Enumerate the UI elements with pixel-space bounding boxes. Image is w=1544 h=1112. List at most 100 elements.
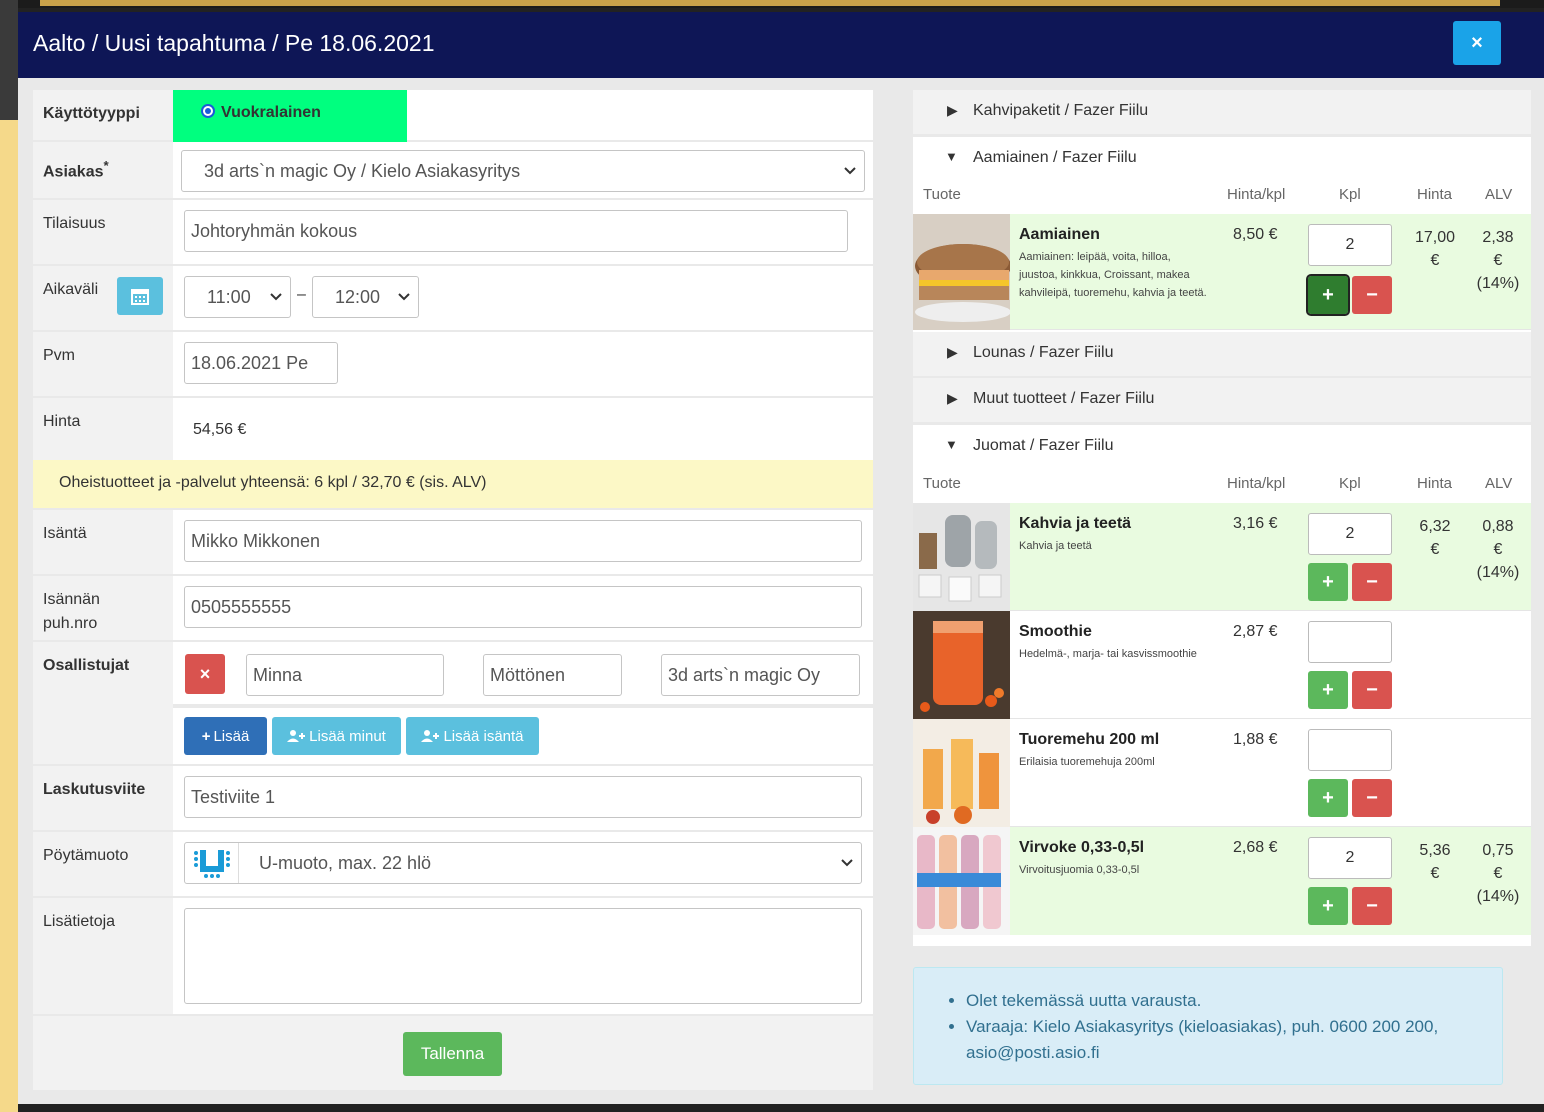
- minus-icon: −: [1366, 894, 1378, 917]
- close-icon: ×: [1471, 31, 1483, 54]
- customer-select[interactable]: 3d arts`n magic Oy / Kielo Asiakasyritys: [181, 150, 865, 192]
- remove-participant-button[interactable]: ×: [185, 654, 225, 694]
- product-vat: 2,38 € (14%): [1476, 229, 1520, 292]
- caret-down-icon: ▼: [945, 149, 958, 164]
- add-me-button[interactable]: Lisää minut: [272, 717, 401, 755]
- price-label: Hinta: [33, 398, 173, 460]
- customer-row: Asiakas* 3d arts`n magic Oy / Kielo Asia…: [33, 142, 873, 200]
- usage-type-option-label: Vuokralainen: [221, 104, 321, 121]
- increase-button[interactable]: +: [1308, 779, 1348, 817]
- start-time-value: 11:00: [207, 287, 251, 307]
- start-time-select[interactable]: 11:00: [184, 276, 291, 318]
- product-name: Aamiainen: [1019, 226, 1100, 243]
- product-description: Erilaisia tuoremehuja 200ml: [1019, 756, 1155, 768]
- radio-selected-icon[interactable]: [201, 104, 215, 118]
- billing-ref-row: Laskutusviite Testiviite 1: [33, 766, 873, 832]
- product-row-juice: Tuoremehu 200 ml Erilaisia tuoremehuja 2…: [913, 719, 1531, 827]
- increase-button[interactable]: +: [1308, 671, 1348, 709]
- table-header: Tuote Hinta/kpl Kpl Hinta ALV: [913, 180, 1531, 212]
- occasion-label: Tilaisuus: [33, 200, 173, 264]
- host-row: Isäntä Mikko Mikkonen: [33, 510, 873, 576]
- save-button[interactable]: Tallenna: [403, 1032, 502, 1076]
- category-drinks[interactable]: ▼ Juomat / Fazer Fiilu: [913, 425, 1531, 469]
- product-unit-price: 1,88 €: [1233, 731, 1278, 748]
- table-layout-select[interactable]: U-muoto, max. 22 hlö: [184, 842, 862, 884]
- increase-button[interactable]: +: [1308, 887, 1348, 925]
- product-unit-price: 3,16 €: [1233, 515, 1278, 532]
- decrease-button[interactable]: −: [1352, 671, 1392, 709]
- billing-ref-input[interactable]: Testiviite 1: [184, 776, 862, 818]
- plus-icon: +: [1322, 678, 1334, 701]
- add-user-icon: [421, 730, 440, 742]
- product-description: Hedelmä-, marja- tai kasvissmoothie: [1019, 648, 1197, 660]
- decrease-button[interactable]: −: [1352, 779, 1392, 817]
- host-input[interactable]: Mikko Mikkonen: [184, 520, 862, 562]
- header-product: Tuote: [923, 475, 961, 492]
- participant-last-name[interactable]: Möttönen: [483, 654, 622, 696]
- close-button[interactable]: ×: [1453, 21, 1501, 65]
- minus-icon: −: [1366, 678, 1378, 701]
- category-coffee-packages[interactable]: ▶ Kahvipaketit / Fazer Fiilu: [913, 90, 1531, 134]
- product-vat: 0,88 € (14%): [1476, 518, 1520, 581]
- usage-type-label: Käyttötyyppi: [33, 90, 173, 140]
- time-range-row: Aikaväli 11:00 – 12:00: [33, 266, 873, 332]
- caret-right-icon: ▶: [947, 390, 958, 406]
- caret-right-icon: ▶: [947, 102, 958, 118]
- modal-header: Aalto / Uusi tapahtuma / Pe 18.06.2021 ×: [18, 12, 1544, 78]
- decrease-button[interactable]: −: [1352, 276, 1392, 314]
- product-catalog: ▶ Kahvipaketit / Fazer Fiilu ▼ Aamiainen…: [913, 90, 1531, 946]
- chevron-down-icon: [398, 277, 410, 317]
- end-time-select[interactable]: 12:00: [312, 276, 419, 318]
- category-label: Muut tuotteet / Fazer Fiilu: [973, 390, 1155, 407]
- booking-info: Olet tekemässä uutta varausta. Varaaja: …: [913, 967, 1503, 1085]
- category-label: Aamiainen / Fazer Fiilu: [973, 149, 1137, 166]
- modal-title: Aalto / Uusi tapahtuma / Pe 18.06.2021: [33, 30, 435, 56]
- participant-company[interactable]: 3d arts`n magic Oy: [661, 654, 860, 696]
- notes-textarea[interactable]: [184, 908, 862, 1004]
- add-host-button[interactable]: Lisää isäntä: [406, 717, 539, 755]
- product-description: Kahvia ja teetä: [1019, 540, 1092, 552]
- product-description: Aamiainen: leipää, voita, hilloa, juusto…: [1019, 251, 1207, 299]
- calendar-icon: [131, 289, 149, 305]
- product-row-coffee-tea: Kahvia ja teetä Kahvia ja teetä 3,16 € 2…: [913, 503, 1531, 611]
- divider: [173, 704, 873, 708]
- participants-label: Osallistujat: [33, 642, 173, 764]
- form-footer: Tallenna: [33, 1016, 873, 1090]
- background-left: [0, 0, 18, 1112]
- header-vat: ALV: [1485, 475, 1513, 492]
- product-unit-price: 8,50 €: [1233, 226, 1278, 243]
- decrease-button[interactable]: −: [1352, 563, 1392, 601]
- chevron-down-icon: [841, 843, 853, 883]
- background-left-dark: [0, 0, 18, 120]
- host-phone-row: Isännän puh.nro 0505555555: [33, 576, 873, 642]
- usage-type-option[interactable]: Vuokralainen: [173, 90, 407, 142]
- quantity-input[interactable]: [1308, 621, 1392, 663]
- category-breakfast[interactable]: ▼ Aamiainen / Fazer Fiilu: [913, 137, 1531, 181]
- category-label: Lounas / Fazer Fiilu: [973, 344, 1114, 361]
- quantity-input[interactable]: [1308, 729, 1392, 771]
- quantity-input[interactable]: 2: [1308, 837, 1392, 879]
- occasion-input[interactable]: Johtoryhmän kokous: [184, 210, 848, 252]
- quantity-input[interactable]: 2: [1308, 224, 1392, 266]
- calendar-button[interactable]: [117, 277, 163, 315]
- header-qty: Kpl: [1339, 475, 1361, 492]
- participant-first-name[interactable]: Minna: [246, 654, 444, 696]
- host-phone-input[interactable]: 0505555555: [184, 586, 862, 628]
- quantity-input[interactable]: 2: [1308, 513, 1392, 555]
- usage-type-row: Käyttötyyppi Vuokralainen: [33, 90, 873, 142]
- occasion-row: Tilaisuus Johtoryhmän kokous: [33, 200, 873, 266]
- juice-image: [913, 719, 1010, 827]
- increase-button[interactable]: +: [1306, 274, 1350, 316]
- category-other-products[interactable]: ▶ Muut tuotteet / Fazer Fiilu: [913, 378, 1531, 422]
- product-total: 17,00 €: [1414, 229, 1456, 269]
- category-label: Juomat / Fazer Fiilu: [973, 437, 1114, 454]
- category-label: Kahvipaketit / Fazer Fiilu: [973, 102, 1149, 119]
- notes-label: Lisätietoja: [33, 898, 173, 1014]
- info-line: Olet tekemässä uutta varausta.: [966, 988, 1476, 1014]
- decrease-button[interactable]: −: [1352, 887, 1392, 925]
- date-input[interactable]: 18.06.2021 Pe: [184, 342, 338, 384]
- add-participant-button[interactable]: + Lisää: [184, 717, 267, 755]
- increase-button[interactable]: +: [1308, 563, 1348, 601]
- category-lunch[interactable]: ▶ Lounas / Fazer Fiilu: [913, 332, 1531, 376]
- header-vat: ALV: [1485, 186, 1513, 203]
